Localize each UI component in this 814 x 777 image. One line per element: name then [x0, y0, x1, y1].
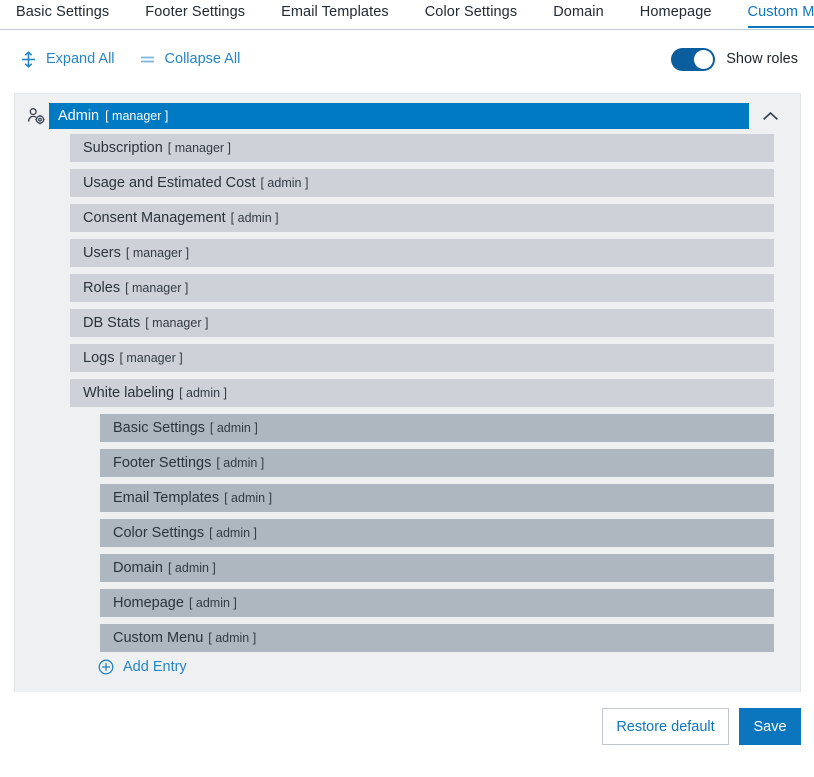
tree-root-label: Admin — [58, 108, 99, 124]
tree-entry[interactable]: Color Settings [ admin ] — [100, 519, 774, 547]
tree-entry-label: Email Templates — [113, 490, 219, 506]
tree-entry[interactable]: White labeling [ admin ] — [70, 379, 774, 407]
tab-homepage[interactable]: Homepage — [640, 0, 712, 27]
tree-toolbar: Expand All Collapse All Show roles — [0, 30, 814, 88]
tree-entry-label: Roles — [83, 280, 120, 296]
toggle-knob — [694, 50, 713, 69]
tree-entry-role: [ admin ] — [209, 526, 257, 540]
form-actions: Restore default Save — [0, 708, 814, 745]
tree-entry-role: [ manager ] — [119, 351, 182, 365]
show-roles-toggle-group: Show roles — [671, 48, 798, 71]
tree-entry[interactable]: Homepage [ admin ] — [100, 589, 774, 617]
tree-entry-label: Usage and Estimated Cost — [83, 175, 255, 191]
tree-entry[interactable]: Basic Settings [ admin ] — [100, 414, 774, 442]
tree-entry[interactable]: DB Stats [ manager ] — [70, 309, 774, 337]
tree-entry-role: [ manager ] — [145, 316, 208, 330]
tree-entry-label: Domain — [113, 560, 163, 576]
tree-entry-role: [ admin ] — [260, 176, 308, 190]
tab-footer-settings[interactable]: Footer Settings — [145, 0, 245, 27]
show-roles-toggle[interactable] — [671, 48, 715, 71]
tree-entry-label: White labeling — [83, 385, 174, 401]
tab-email-templates[interactable]: Email Templates — [281, 0, 389, 27]
tab-custom-menu[interactable]: Custom Menu — [748, 0, 814, 27]
tree-entry-role: [ admin ] — [210, 421, 258, 435]
tree-entry-role: [ manager ] — [126, 246, 189, 260]
add-entry-button[interactable]: Add Entry — [98, 659, 800, 675]
tree-entry-label: Consent Management — [83, 210, 226, 226]
show-roles-label: Show roles — [726, 51, 798, 67]
tree-entry-role: [ manager ] — [125, 281, 188, 295]
tab-color-settings[interactable]: Color Settings — [425, 0, 517, 27]
tree-entry[interactable]: Custom Menu [ admin ] — [100, 624, 774, 652]
tree-entry-label: Color Settings — [113, 525, 204, 541]
tree-entry-label: Custom Menu — [113, 630, 203, 646]
expand-all-button[interactable]: Expand All — [20, 51, 115, 68]
collapse-all-label: Collapse All — [165, 51, 241, 67]
tree-entry[interactable]: Subscription [ manager ] — [70, 134, 774, 162]
tree-entry[interactable]: Roles [ manager ] — [70, 274, 774, 302]
plus-circle-icon — [98, 659, 114, 675]
tree-entry-label: Logs — [83, 350, 114, 366]
tree-entry-label: Users — [83, 245, 121, 261]
tree-entry-role: [ admin ] — [224, 491, 272, 505]
tree-entry-label: Footer Settings — [113, 455, 211, 471]
tree-entry-label: Homepage — [113, 595, 184, 611]
menu-tree-panel: Admin [ manager ] Subscription [ manager … — [14, 93, 801, 692]
tree-entry-role: [ admin ] — [179, 386, 227, 400]
tab-basic-settings[interactable]: Basic Settings — [16, 0, 109, 27]
user-settings-icon — [23, 107, 49, 126]
tree-entry[interactable]: Logs [ manager ] — [70, 344, 774, 372]
expand-all-icon — [20, 51, 37, 68]
tree-entry[interactable]: Users [ manager ] — [70, 239, 774, 267]
tree-entry[interactable]: Email Templates [ admin ] — [100, 484, 774, 512]
save-button[interactable]: Save — [739, 708, 801, 745]
tree-entry-role: [ admin ] — [208, 631, 256, 645]
tree-entry[interactable]: Consent Management [ admin ] — [70, 204, 774, 232]
tree-entry[interactable]: Domain [ admin ] — [100, 554, 774, 582]
tab-domain[interactable]: Domain — [553, 0, 604, 27]
tree-entry-role: [ manager ] — [168, 141, 231, 155]
chevron-up-icon[interactable] — [749, 111, 791, 122]
tree-entry-list: Subscription [ manager ] Usage and Estimat… — [15, 134, 800, 652]
tree-entry-label: Basic Settings — [113, 420, 205, 436]
tree-entry-label: DB Stats — [83, 315, 140, 331]
tree-entry-role: [ admin ] — [231, 211, 279, 225]
tree-entry-role: [ admin ] — [216, 456, 264, 470]
settings-tab-bar: Basic Settings Footer Settings Email Templ… — [0, 0, 814, 30]
tree-root-item[interactable]: Admin [ manager ] — [49, 103, 749, 129]
expand-all-label: Expand All — [46, 51, 115, 67]
tree-root-row: Admin [ manager ] — [15, 94, 800, 134]
add-entry-label: Add Entry — [123, 659, 187, 675]
tree-entry-role: [ admin ] — [189, 596, 237, 610]
collapse-all-icon — [139, 51, 156, 68]
collapse-all-button[interactable]: Collapse All — [139, 51, 241, 68]
tree-entry-role: [ admin ] — [168, 561, 216, 575]
tree-entry-label: Subscription — [83, 140, 163, 156]
restore-default-button[interactable]: Restore default — [602, 708, 729, 745]
tree-entry[interactable]: Footer Settings [ admin ] — [100, 449, 774, 477]
tree-root-role: [ manager ] — [105, 109, 168, 123]
tree-entry[interactable]: Usage and Estimated Cost [ admin ] — [70, 169, 774, 197]
